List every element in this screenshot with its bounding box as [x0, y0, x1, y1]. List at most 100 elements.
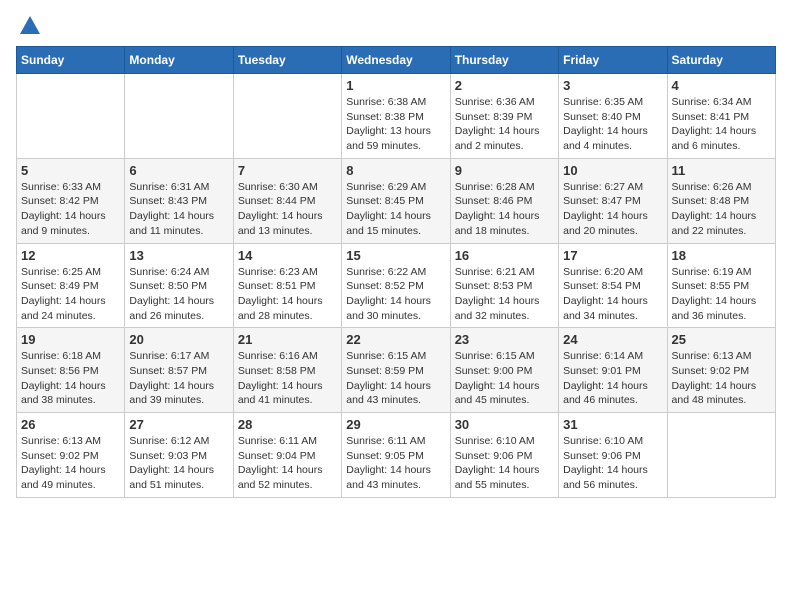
calendar-cell: 23 Sunrise: 6:15 AM Sunset: 9:00 PM Dayli…	[450, 328, 558, 413]
calendar-cell: 11 Sunrise: 6:26 AM Sunset: 8:48 PM Dayli…	[667, 158, 775, 243]
calendar-cell	[233, 74, 341, 159]
calendar-cell: 24Sunrise: 6:14 AM Sunset: 9:01 PM Dayli…	[559, 328, 667, 413]
day-number: 15	[346, 248, 445, 263]
day-info: Sunrise: 6:33 AM Sunset: 8:42 PM Dayligh…	[21, 180, 120, 239]
page-header	[16, 16, 776, 34]
calendar-cell: 15 Sunrise: 6:22 AM Sunset: 8:52 PM Dayli…	[342, 243, 450, 328]
calendar-header-saturday: Saturday	[667, 47, 775, 74]
day-number: 17	[563, 248, 662, 263]
day-number: 28	[238, 417, 337, 432]
calendar-cell: 5 Sunrise: 6:33 AM Sunset: 8:42 PM Daylig…	[17, 158, 125, 243]
day-info: Sunrise: 6:11 AM Sunset: 9:05 PM Dayligh…	[346, 434, 445, 493]
calendar-cell: 4 Sunrise: 6:34 AM Sunset: 8:41 PM Daylig…	[667, 74, 775, 159]
calendar-cell: 29 Sunrise: 6:11 AM Sunset: 9:05 PM Dayli…	[342, 413, 450, 498]
calendar-cell: 14Sunrise: 6:23 AM Sunset: 8:51 PM Dayli…	[233, 243, 341, 328]
day-info: Sunrise: 6:30 AM Sunset: 8:44 PM Dayligh…	[238, 180, 337, 239]
calendar-cell	[17, 74, 125, 159]
calendar-cell: 3 Sunrise: 6:35 AM Sunset: 8:40 PM Daylig…	[559, 74, 667, 159]
calendar-week-row: 19Sunrise: 6:18 AM Sunset: 8:56 PM Dayli…	[17, 328, 776, 413]
day-info: Sunrise: 6:13 AM Sunset: 9:02 PM Dayligh…	[21, 434, 120, 493]
calendar-header-sunday: Sunday	[17, 47, 125, 74]
calendar-cell: 8 Sunrise: 6:29 AM Sunset: 8:45 PM Daylig…	[342, 158, 450, 243]
calendar-header-tuesday: Tuesday	[233, 47, 341, 74]
calendar-cell: 22 Sunrise: 6:15 AM Sunset: 8:59 PM Dayli…	[342, 328, 450, 413]
calendar-cell: 9 Sunrise: 6:28 AM Sunset: 8:46 PM Daylig…	[450, 158, 558, 243]
day-info: Sunrise: 6:15 AM Sunset: 9:00 PM Dayligh…	[455, 349, 554, 408]
day-number: 24	[563, 332, 662, 347]
day-number: 8	[346, 163, 445, 178]
calendar-week-row: 1 Sunrise: 6:38 AM Sunset: 8:38 PM Daylig…	[17, 74, 776, 159]
calendar-cell: 17 Sunrise: 6:20 AM Sunset: 8:54 PM Dayli…	[559, 243, 667, 328]
day-info: Sunrise: 6:11 AM Sunset: 9:04 PM Dayligh…	[238, 434, 337, 493]
calendar-cell: 18 Sunrise: 6:19 AM Sunset: 8:55 PM Dayli…	[667, 243, 775, 328]
day-info: Sunrise: 6:38 AM Sunset: 8:38 PM Dayligh…	[346, 95, 445, 154]
logo	[16, 16, 40, 34]
calendar-cell: 13 Sunrise: 6:24 AM Sunset: 8:50 PM Dayli…	[125, 243, 233, 328]
day-info: Sunrise: 6:24 AM Sunset: 8:50 PM Dayligh…	[129, 265, 228, 324]
calendar-cell: 27 Sunrise: 6:12 AM Sunset: 9:03 PM Dayli…	[125, 413, 233, 498]
day-number: 18	[672, 248, 771, 263]
calendar-table: SundayMondayTuesdayWednesdayThursdayFrid…	[16, 46, 776, 498]
day-number: 4	[672, 78, 771, 93]
day-number: 9	[455, 163, 554, 178]
day-info: Sunrise: 6:35 AM Sunset: 8:40 PM Dayligh…	[563, 95, 662, 154]
calendar-cell: 16 Sunrise: 6:21 AM Sunset: 8:53 PM Dayli…	[450, 243, 558, 328]
calendar-header-friday: Friday	[559, 47, 667, 74]
day-number: 29	[346, 417, 445, 432]
calendar-header-row: SundayMondayTuesdayWednesdayThursdayFrid…	[17, 47, 776, 74]
day-info: Sunrise: 6:25 AM Sunset: 8:49 PM Dayligh…	[21, 265, 120, 324]
day-info: Sunrise: 6:20 AM Sunset: 8:54 PM Dayligh…	[563, 265, 662, 324]
calendar-cell: 31Sunrise: 6:10 AM Sunset: 9:06 PM Dayli…	[559, 413, 667, 498]
day-number: 13	[129, 248, 228, 263]
day-info: Sunrise: 6:36 AM Sunset: 8:39 PM Dayligh…	[455, 95, 554, 154]
day-number: 25	[672, 332, 771, 347]
day-info: Sunrise: 6:29 AM Sunset: 8:45 PM Dayligh…	[346, 180, 445, 239]
calendar-cell: 7Sunrise: 6:30 AM Sunset: 8:44 PM Daylig…	[233, 158, 341, 243]
day-info: Sunrise: 6:12 AM Sunset: 9:03 PM Dayligh…	[129, 434, 228, 493]
day-info: Sunrise: 6:27 AM Sunset: 8:47 PM Dayligh…	[563, 180, 662, 239]
day-info: Sunrise: 6:34 AM Sunset: 8:41 PM Dayligh…	[672, 95, 771, 154]
day-number: 21	[238, 332, 337, 347]
day-number: 2	[455, 78, 554, 93]
day-number: 10	[563, 163, 662, 178]
calendar-week-row: 5 Sunrise: 6:33 AM Sunset: 8:42 PM Daylig…	[17, 158, 776, 243]
day-number: 30	[455, 417, 554, 432]
calendar-cell: 1 Sunrise: 6:38 AM Sunset: 8:38 PM Daylig…	[342, 74, 450, 159]
calendar-cell: 28 Sunrise: 6:11 AM Sunset: 9:04 PM Dayli…	[233, 413, 341, 498]
day-number: 1	[346, 78, 445, 93]
day-info: Sunrise: 6:22 AM Sunset: 8:52 PM Dayligh…	[346, 265, 445, 324]
day-info: Sunrise: 6:26 AM Sunset: 8:48 PM Dayligh…	[672, 180, 771, 239]
day-number: 6	[129, 163, 228, 178]
calendar-week-row: 12Sunrise: 6:25 AM Sunset: 8:49 PM Dayli…	[17, 243, 776, 328]
day-info: Sunrise: 6:28 AM Sunset: 8:46 PM Dayligh…	[455, 180, 554, 239]
day-info: Sunrise: 6:16 AM Sunset: 8:58 PM Dayligh…	[238, 349, 337, 408]
calendar-cell: 6 Sunrise: 6:31 AM Sunset: 8:43 PM Daylig…	[125, 158, 233, 243]
calendar-cell: 2 Sunrise: 6:36 AM Sunset: 8:39 PM Daylig…	[450, 74, 558, 159]
calendar-header-monday: Monday	[125, 47, 233, 74]
day-info: Sunrise: 6:15 AM Sunset: 8:59 PM Dayligh…	[346, 349, 445, 408]
day-number: 16	[455, 248, 554, 263]
day-number: 22	[346, 332, 445, 347]
calendar-cell: 19Sunrise: 6:18 AM Sunset: 8:56 PM Dayli…	[17, 328, 125, 413]
day-number: 31	[563, 417, 662, 432]
day-info: Sunrise: 6:21 AM Sunset: 8:53 PM Dayligh…	[455, 265, 554, 324]
day-info: Sunrise: 6:23 AM Sunset: 8:51 PM Dayligh…	[238, 265, 337, 324]
logo-triangle-icon	[20, 16, 40, 34]
day-number: 27	[129, 417, 228, 432]
day-number: 11	[672, 163, 771, 178]
day-info: Sunrise: 6:17 AM Sunset: 8:57 PM Dayligh…	[129, 349, 228, 408]
day-number: 5	[21, 163, 120, 178]
calendar-cell	[667, 413, 775, 498]
calendar-cell	[125, 74, 233, 159]
day-info: Sunrise: 6:31 AM Sunset: 8:43 PM Dayligh…	[129, 180, 228, 239]
day-number: 23	[455, 332, 554, 347]
calendar-header-wednesday: Wednesday	[342, 47, 450, 74]
calendar-cell: 20Sunrise: 6:17 AM Sunset: 8:57 PM Dayli…	[125, 328, 233, 413]
day-number: 3	[563, 78, 662, 93]
day-info: Sunrise: 6:19 AM Sunset: 8:55 PM Dayligh…	[672, 265, 771, 324]
calendar-cell: 21 Sunrise: 6:16 AM Sunset: 8:58 PM Dayli…	[233, 328, 341, 413]
day-number: 19	[21, 332, 120, 347]
calendar-cell: 26Sunrise: 6:13 AM Sunset: 9:02 PM Dayli…	[17, 413, 125, 498]
calendar-cell: 30Sunrise: 6:10 AM Sunset: 9:06 PM Dayli…	[450, 413, 558, 498]
calendar-header-thursday: Thursday	[450, 47, 558, 74]
